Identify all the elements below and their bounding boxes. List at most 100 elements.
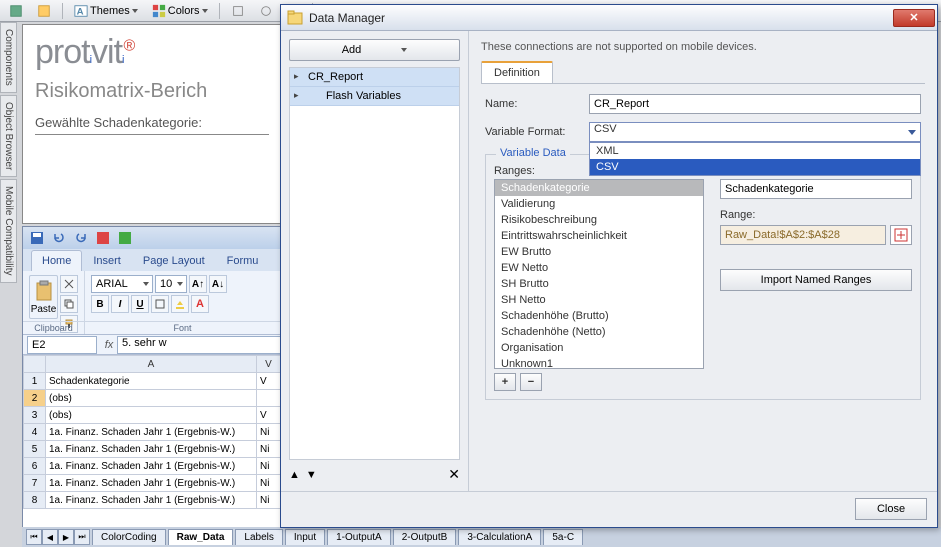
move-up-icon[interactable]: ▲ bbox=[289, 469, 300, 481]
format-select[interactable]: CSV XMLCSV bbox=[589, 122, 921, 142]
sheet-tab[interactable]: Labels bbox=[235, 529, 282, 545]
sheet-tab[interactable]: Raw_Data bbox=[168, 529, 234, 545]
ribbon-tab[interactable]: Formu bbox=[216, 250, 270, 271]
cell[interactable]: 1a. Finanz. Schaden Jahr 1 (Ergebnis-W.) bbox=[46, 475, 257, 492]
sheet-tab[interactable]: Input bbox=[285, 529, 325, 545]
row-header[interactable]: 2 bbox=[24, 390, 46, 407]
qat-icon-a[interactable] bbox=[95, 230, 111, 246]
cell[interactable]: 1a. Finanz. Schaden Jahr 1 (Ergebnis-W.) bbox=[46, 424, 257, 441]
range-list-item[interactable]: Risikobeschreibung bbox=[495, 212, 703, 228]
formula-bar[interactable]: 5. sehr w bbox=[117, 336, 281, 354]
toolbar-btn-a[interactable] bbox=[226, 2, 250, 20]
cell[interactable] bbox=[257, 390, 281, 407]
range-list-item[interactable]: SH Netto bbox=[495, 292, 703, 308]
range-picker-button[interactable] bbox=[890, 225, 912, 245]
sheet-tab[interactable]: 5a-C bbox=[543, 529, 583, 545]
shrink-font-icon[interactable]: A↓ bbox=[209, 275, 227, 293]
font-color-button[interactable]: A bbox=[191, 295, 209, 313]
range-list-item[interactable]: Unknown1 bbox=[495, 356, 703, 369]
cell[interactable]: V bbox=[257, 373, 281, 390]
undo-icon[interactable] bbox=[51, 230, 67, 246]
cell[interactable]: Ni bbox=[257, 424, 281, 441]
border-button[interactable] bbox=[151, 295, 169, 313]
tree-item-connection[interactable]: CR_Report bbox=[290, 68, 459, 87]
spreadsheet-grid[interactable]: AV1SchadenkategorieV2(obs)3(obs)V41a. Fi… bbox=[23, 355, 281, 509]
tree-item-flash-variables[interactable]: Flash Variables bbox=[290, 87, 459, 106]
range-name-input[interactable] bbox=[720, 179, 912, 199]
grow-font-icon[interactable]: A↑ bbox=[189, 275, 207, 293]
tab-definition[interactable]: Definition bbox=[481, 61, 553, 83]
range-list-item[interactable]: Eintrittswahrscheinlichkeit bbox=[495, 228, 703, 244]
remove-range-button[interactable]: − bbox=[520, 373, 542, 391]
row-header[interactable]: 7 bbox=[24, 475, 46, 492]
sheet-nav-first[interactable]: ⏮ bbox=[26, 529, 42, 545]
toolbar-icon-2[interactable] bbox=[32, 2, 56, 20]
cell[interactable]: Ni bbox=[257, 475, 281, 492]
connection-name-input[interactable] bbox=[589, 94, 921, 114]
name-box[interactable] bbox=[27, 336, 97, 354]
cell[interactable]: 1a. Finanz. Schaden Jahr 1 (Ergebnis-W.) bbox=[46, 458, 257, 475]
row-header[interactable]: 3 bbox=[24, 407, 46, 424]
save-icon[interactable] bbox=[29, 230, 45, 246]
cell[interactable]: Ni bbox=[257, 441, 281, 458]
cell[interactable]: 1a. Finanz. Schaden Jahr 1 (Ergebnis-W.) bbox=[46, 441, 257, 458]
range-list-item[interactable]: Validierung bbox=[495, 196, 703, 212]
ribbon-tab[interactable]: Page Layout bbox=[132, 250, 216, 271]
row-header[interactable]: 1 bbox=[24, 373, 46, 390]
ribbon-tab[interactable]: Insert bbox=[82, 250, 132, 271]
ranges-listbox[interactable]: SchadenkategorieValidierungRisikobeschre… bbox=[494, 179, 704, 369]
cell[interactable]: Ni bbox=[257, 492, 281, 509]
font-name-combo[interactable]: ARIAL bbox=[91, 275, 153, 293]
side-tab[interactable]: Object Browser bbox=[0, 95, 17, 177]
close-button[interactable]: Close bbox=[855, 498, 927, 520]
sheet-nav-last[interactable]: ⏭ bbox=[74, 529, 90, 545]
row-header[interactable]: 6 bbox=[24, 458, 46, 475]
connection-tree[interactable]: CR_Report Flash Variables bbox=[289, 67, 460, 460]
copy-icon[interactable] bbox=[60, 295, 78, 313]
side-tab[interactable]: Components bbox=[0, 22, 17, 93]
row-header[interactable]: 4 bbox=[24, 424, 46, 441]
row-header[interactable]: 8 bbox=[24, 492, 46, 509]
side-tab[interactable]: Mobile Compatibility bbox=[0, 179, 17, 282]
range-list-item[interactable]: Schadenhöhe (Brutto) bbox=[495, 308, 703, 324]
column-header[interactable]: A bbox=[46, 356, 257, 373]
redo-icon[interactable] bbox=[73, 230, 89, 246]
sheet-nav-next[interactable]: ▶ bbox=[58, 529, 74, 545]
add-range-button[interactable]: + bbox=[494, 373, 516, 391]
range-list-item[interactable]: Organisation bbox=[495, 340, 703, 356]
add-connection-button[interactable]: Add bbox=[289, 39, 460, 61]
fx-icon[interactable]: fx bbox=[101, 339, 117, 351]
column-header[interactable]: V bbox=[257, 356, 281, 373]
qat-icon-b[interactable] bbox=[117, 230, 133, 246]
paste-button[interactable]: Paste bbox=[29, 275, 58, 319]
underline-button[interactable]: U bbox=[131, 295, 149, 313]
sheet-tab[interactable]: ColorCoding bbox=[92, 529, 166, 545]
cell[interactable]: (obs) bbox=[46, 390, 257, 407]
column-header[interactable] bbox=[24, 356, 46, 373]
cell[interactable]: Schadenkategorie bbox=[46, 373, 257, 390]
import-named-ranges-button[interactable]: Import Named Ranges bbox=[720, 269, 912, 291]
bold-button[interactable]: B bbox=[91, 295, 109, 313]
range-reference-input[interactable] bbox=[720, 225, 886, 245]
sheet-tab[interactable]: 1-OutputA bbox=[327, 529, 391, 545]
cell[interactable]: (obs) bbox=[46, 407, 257, 424]
cell[interactable]: 1a. Finanz. Schaden Jahr 1 (Ergebnis-W.) bbox=[46, 492, 257, 509]
toolbar-icon-1[interactable] bbox=[4, 2, 28, 20]
range-list-item[interactable]: EW Brutto bbox=[495, 244, 703, 260]
colors-menu[interactable]: Colors bbox=[147, 2, 213, 20]
format-option[interactable]: CSV bbox=[590, 159, 920, 175]
range-list-item[interactable]: Schadenkategorie bbox=[495, 180, 703, 196]
dialog-titlebar[interactable]: Data Manager ✕ bbox=[281, 5, 937, 31]
dialog-close-button[interactable]: ✕ bbox=[893, 9, 935, 27]
sheet-nav-prev[interactable]: ◀ bbox=[42, 529, 58, 545]
toolbar-btn-b[interactable] bbox=[254, 2, 278, 20]
move-down-icon[interactable]: ▼ bbox=[306, 469, 317, 481]
cell[interactable]: Ni bbox=[257, 458, 281, 475]
themes-menu[interactable]: A Themes bbox=[69, 2, 143, 20]
italic-button[interactable]: I bbox=[111, 295, 129, 313]
cut-icon[interactable] bbox=[60, 275, 78, 293]
font-size-combo[interactable]: 10 bbox=[155, 275, 187, 293]
delete-connection-icon[interactable]: ✕ bbox=[448, 466, 460, 483]
range-list-item[interactable]: EW Netto bbox=[495, 260, 703, 276]
row-header[interactable]: 5 bbox=[24, 441, 46, 458]
